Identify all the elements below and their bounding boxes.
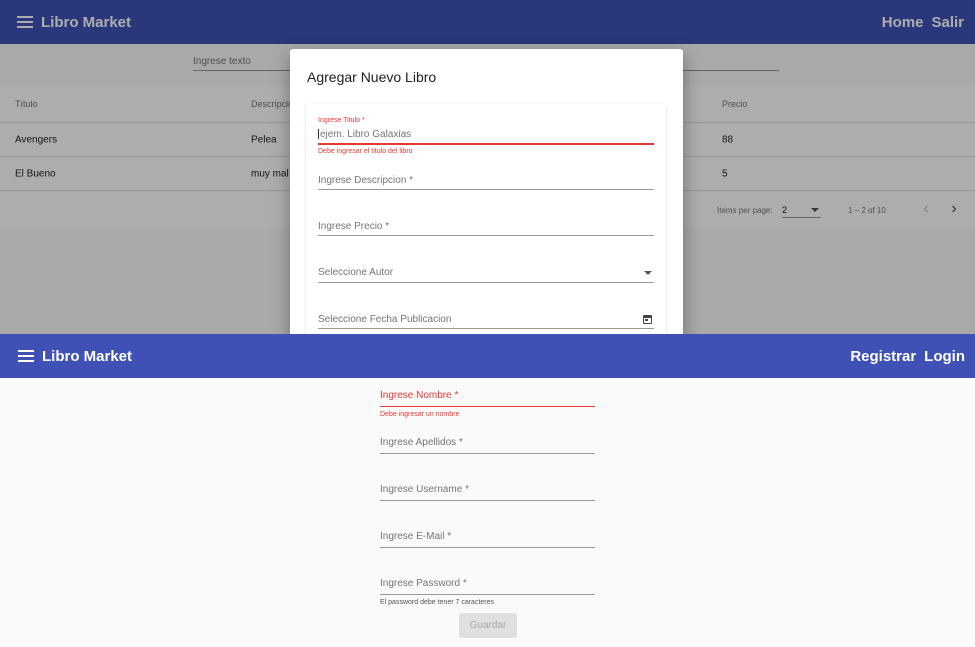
nav-register-link[interactable]: Registrar xyxy=(850,348,916,365)
fecha-underline xyxy=(318,328,654,329)
titulo-label: Ingrese Titulo * xyxy=(318,117,365,124)
username-placeholder: Ingrese Username * xyxy=(380,484,469,495)
fecha-field[interactable]: Seleccione Fecha Publicacion xyxy=(318,314,654,334)
nav-login-link[interactable]: Login xyxy=(924,348,965,365)
apellidos-placeholder: Ingrese Apellidos * xyxy=(380,437,463,448)
text-cursor xyxy=(318,129,319,140)
precio-field[interactable]: Ingrese Precio * xyxy=(318,221,654,241)
email-field[interactable]: Ingrese E-Mail * xyxy=(380,531,595,551)
nombre-error: Debe ingresar un nombre xyxy=(380,411,460,418)
calendar-icon[interactable] xyxy=(643,315,652,324)
autor-underline xyxy=(318,282,654,283)
dialog-title: Agregar Nuevo Libro xyxy=(307,69,437,85)
nombre-field[interactable]: Ingrese Nombre * Debe ingresar un nombre xyxy=(380,390,595,420)
password-placeholder: Ingrese Password * xyxy=(380,578,467,589)
nombre-underline xyxy=(380,406,595,407)
titulo-error: Debe ingresar el titulo del libro xyxy=(318,148,413,155)
password-field[interactable]: Ingrese Password * El password debe tene… xyxy=(380,578,595,608)
password-underline xyxy=(380,594,595,595)
arrow-drop-down-icon xyxy=(644,271,652,275)
apellidos-field[interactable]: Ingrese Apellidos * xyxy=(380,437,595,457)
email-underline xyxy=(380,547,595,548)
autor-placeholder: Seleccione Autor xyxy=(318,267,394,278)
titulo-field[interactable]: Ingrese Titulo * ejem. Libro Galaxias De… xyxy=(318,117,654,157)
nombre-placeholder: Ingrese Nombre * xyxy=(380,390,459,401)
descripcion-field[interactable]: Ingrese Descripcion * xyxy=(318,175,654,195)
add-book-dialog: Agregar Nuevo Libro Ingrese Titulo * eje… xyxy=(290,49,683,334)
books-screen: Libro Market Home Salir Título Descripci… xyxy=(0,0,975,334)
descripcion-placeholder: Ingrese Descripcion * xyxy=(318,175,414,186)
bottom-toolbar: Libro Market Registrar Login xyxy=(0,334,975,378)
titulo-input[interactable]: ejem. Libro Galaxias xyxy=(318,129,411,140)
fecha-placeholder: Seleccione Fecha Publicacion xyxy=(318,314,452,325)
email-placeholder: Ingrese E-Mail * xyxy=(380,531,452,542)
username-field[interactable]: Ingrese Username * xyxy=(380,484,595,504)
titulo-underline xyxy=(318,143,654,145)
username-underline xyxy=(380,500,595,501)
save-button[interactable]: Guardar xyxy=(459,613,517,638)
brand-title: Libro Market xyxy=(42,347,133,365)
password-hint: El password debe tener 7 caracteres xyxy=(380,599,495,606)
autor-select[interactable]: Seleccione Autor xyxy=(318,267,654,287)
menu-icon[interactable] xyxy=(18,350,34,362)
precio-underline xyxy=(318,235,654,236)
apellidos-underline xyxy=(380,453,595,454)
precio-placeholder: Ingrese Precio * xyxy=(318,221,390,232)
descripcion-underline xyxy=(318,189,654,190)
titulo-placeholder: ejem. Libro Galaxias xyxy=(320,129,412,140)
register-screen: Libro Market Registrar Login Ingrese Nom… xyxy=(0,334,975,647)
